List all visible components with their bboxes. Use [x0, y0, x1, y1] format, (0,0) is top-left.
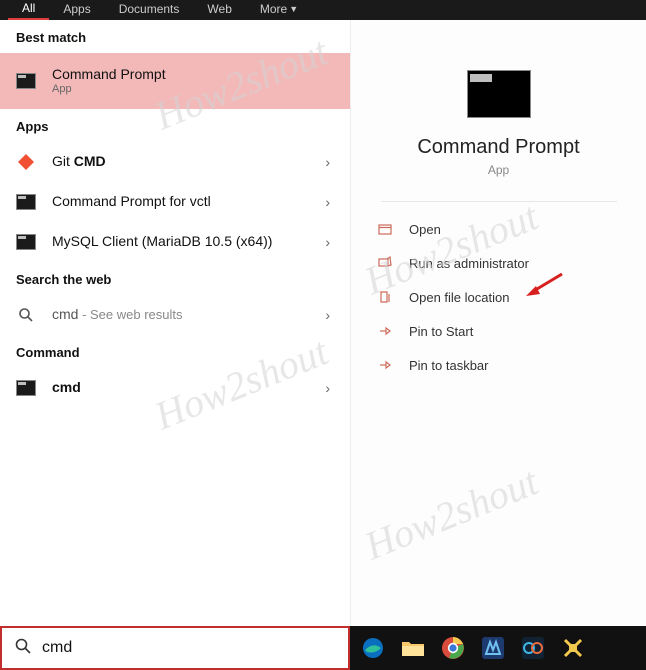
result-title: MySQL Client (MariaDB 10.5 (x64)) — [52, 234, 336, 249]
open-icon — [377, 221, 393, 237]
action-label: Open file location — [409, 290, 509, 305]
action-label: Pin to taskbar — [409, 358, 489, 373]
chevron-right-icon: › — [325, 234, 330, 250]
taskbar-folder-icon[interactable] — [398, 633, 428, 663]
search-icon — [14, 303, 38, 327]
preview-app-type: App — [488, 163, 509, 177]
action-open-file-location[interactable]: Open file location — [377, 280, 620, 314]
shield-icon — [377, 255, 393, 271]
result-best-match[interactable]: Command Prompt App — [0, 53, 350, 109]
chevron-down-icon: ▼ — [289, 4, 298, 14]
action-label: Pin to Start — [409, 324, 473, 339]
pin-icon — [377, 357, 393, 373]
search-filter-tabs: All Apps Documents Web More ▼ — [0, 0, 646, 20]
command-prompt-icon — [14, 69, 38, 93]
taskbar-chrome-icon[interactable] — [438, 633, 468, 663]
taskbar-virtualbox-icon[interactable] — [478, 633, 508, 663]
search-icon — [14, 637, 32, 660]
tab-web[interactable]: Web — [193, 0, 245, 20]
search-input[interactable] — [42, 639, 336, 657]
command-prompt-icon — [14, 230, 38, 254]
section-command: Command — [0, 335, 350, 368]
chevron-right-icon: › — [325, 194, 330, 210]
result-title: cmd - See web results — [52, 307, 336, 322]
command-prompt-icon — [14, 376, 38, 400]
chevron-right-icon: › — [325, 307, 330, 323]
tab-all[interactable]: All — [8, 0, 49, 20]
pin-icon — [377, 323, 393, 339]
chevron-right-icon: › — [325, 380, 330, 396]
section-search-web: Search the web — [0, 262, 350, 295]
results-panel: Best match Command Prompt App Apps Git C… — [0, 20, 350, 626]
chevron-right-icon: › — [325, 154, 330, 170]
result-git-cmd[interactable]: Git CMD › — [0, 142, 350, 182]
action-pin-to-taskbar[interactable]: Pin to taskbar — [377, 348, 620, 382]
action-open[interactable]: Open — [377, 212, 620, 246]
tab-apps[interactable]: Apps — [49, 0, 104, 20]
result-mysql-client[interactable]: MySQL Client (MariaDB 10.5 (x64)) › — [0, 222, 350, 262]
taskbar — [350, 626, 646, 670]
action-pin-to-start[interactable]: Pin to Start — [377, 314, 620, 348]
result-subtitle: App — [52, 83, 336, 95]
action-run-as-admin[interactable]: Run as administrator — [377, 246, 620, 280]
section-best-match: Best match — [0, 20, 350, 53]
result-cmd[interactable]: cmd › — [0, 368, 350, 408]
tab-documents[interactable]: Documents — [105, 0, 194, 20]
tab-more[interactable]: More ▼ — [246, 0, 312, 20]
result-title: Git CMD — [52, 154, 336, 169]
preview-app-name: Command Prompt — [417, 136, 579, 159]
folder-icon — [377, 289, 393, 305]
search-bar[interactable] — [0, 626, 350, 670]
taskbar-app-icon[interactable] — [518, 633, 548, 663]
result-cmd-vctl[interactable]: Command Prompt for vctl › — [0, 182, 350, 222]
result-title: Command Prompt — [52, 67, 336, 82]
result-web-cmd[interactable]: cmd - See web results › — [0, 295, 350, 335]
action-label: Open — [409, 222, 441, 237]
section-apps: Apps — [0, 109, 350, 142]
result-title: cmd — [52, 380, 336, 395]
preview-panel: Command Prompt App Open Run as administr… — [350, 20, 646, 626]
command-prompt-icon — [14, 190, 38, 214]
divider — [381, 201, 617, 202]
taskbar-edge-icon[interactable] — [358, 633, 388, 663]
result-title: Command Prompt for vctl — [52, 194, 336, 209]
git-icon — [14, 150, 38, 174]
taskbar-app-icon-2[interactable] — [558, 633, 588, 663]
action-label: Run as administrator — [409, 256, 529, 271]
app-preview-icon — [467, 70, 531, 118]
